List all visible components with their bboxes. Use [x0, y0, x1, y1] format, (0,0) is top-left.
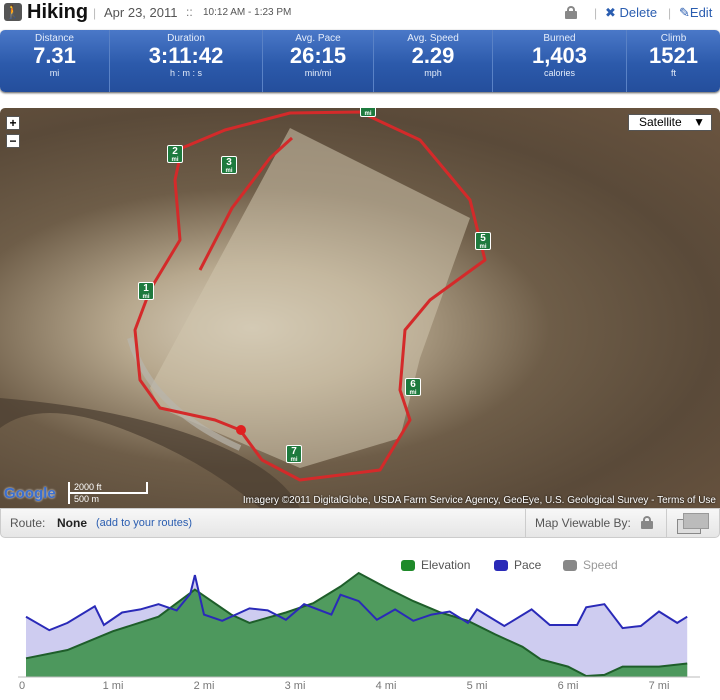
x-tick-label: 2 mi	[194, 680, 215, 692]
stat-value: 26:15	[289, 43, 347, 68]
google-logo: Google	[4, 485, 56, 502]
x-tick-label: 4 mi	[376, 680, 397, 692]
edit-label: Edit	[689, 5, 713, 20]
mile-marker[interactable]: 5 mi	[475, 232, 491, 250]
divider: |	[668, 6, 672, 20]
x-tick-label: 1 mi	[103, 680, 124, 692]
edit-button[interactable]: ✎Edit	[679, 5, 712, 21]
mile-marker[interactable]: 2 mi	[167, 145, 183, 163]
mile-marker[interactable]: 1 mi	[138, 282, 154, 300]
activity-title: Hiking	[27, 1, 89, 23]
fullscreen-icon[interactable]	[677, 513, 709, 535]
x-tick-label: 0	[19, 680, 25, 692]
divider: |	[93, 6, 97, 20]
delete-label: Delete	[619, 5, 658, 20]
stat-value: 1,403	[531, 43, 588, 68]
map-viewable-label: Map Viewable By:	[535, 516, 631, 530]
stat-unit: ft	[670, 68, 676, 78]
stat-unit: calories	[543, 68, 575, 78]
map-privacy-lock-icon[interactable]	[641, 516, 653, 529]
stat-value: 3:11:42	[148, 43, 224, 68]
activity-header: 🚶 Hiking | Apr 23, 2011 :: 10:12 AM - 1:…	[0, 0, 720, 28]
map-attribution: Imagery ©2011 DigitalGlobe, USDA Farm Se…	[243, 495, 716, 506]
stat-burned: Burned 1,403 calories	[493, 30, 627, 92]
x-tick-label: 6 mi	[558, 680, 579, 692]
pencil-icon: ✎	[679, 5, 690, 20]
map-overlay	[0, 110, 487, 508]
stat-avg-pace: Avg. Pace 26:15 min/mi	[263, 30, 374, 92]
mile-marker[interactable]: 7 mi	[286, 445, 302, 463]
stat-unit: mi	[49, 68, 60, 78]
start-pin[interactable]	[236, 425, 246, 435]
scale-m: 500 m	[68, 494, 132, 504]
delete-button[interactable]: ✖ Delete	[605, 5, 657, 21]
stats-bar: Distance 7.31 mi Duration 3:11:42 h : m : s …	[0, 30, 720, 92]
time-range: 10:12 AM - 1:23 PM	[203, 7, 292, 18]
route-bar: Route: None (add to your routes) Map Vie…	[0, 508, 720, 538]
stat-avg-speed: Avg. Speed 2.29 mph	[374, 30, 493, 92]
stat-value: 1521	[649, 43, 698, 68]
map-type-value: Satellite	[639, 115, 682, 129]
stat-duration: Duration 3:11:42 h : m : s	[110, 30, 263, 92]
stat-unit: mph	[424, 68, 442, 78]
stat-unit: h : m : s	[169, 68, 202, 78]
terms-link[interactable]: Terms of Use	[657, 495, 716, 506]
chart-plot: 0 1 mi 2 mi 3 mi 4 mi 5 mi 6 mi 7 mi	[18, 571, 700, 692]
zoom-out-button[interactable]: −	[6, 134, 20, 148]
elevation-pace-chart[interactable]: Elevation Pace Speed 01 mi 2 mi 3 mi 4 mi 5 …	[0, 550, 720, 700]
add-route-link[interactable]: (add to your routes)	[96, 517, 192, 529]
stat-distance: Distance 7.31 mi	[0, 30, 110, 92]
stat-value: 7.31	[33, 43, 76, 68]
scale-ft: 2000 ft	[68, 482, 148, 494]
mile-marker[interactable]: 3 mi	[221, 156, 237, 174]
map-type-dropdown[interactable]: Satellite ▼	[628, 114, 712, 131]
route-label: Route:	[10, 516, 46, 530]
route-value: None	[57, 516, 87, 530]
zoom-in-button[interactable]: +	[6, 116, 20, 130]
stat-value: 2.29	[411, 43, 455, 68]
stat-climb: Climb 1521 ft	[627, 30, 720, 92]
mile-marker[interactable]: 6 mi	[405, 378, 421, 396]
hiker-icon: 🚶	[4, 3, 22, 21]
x-tick-label: 7 mi	[649, 680, 670, 692]
x-tick-label: 3 mi	[285, 680, 306, 692]
separator: ::	[186, 5, 193, 19]
x-tick-label: 5 mi	[467, 680, 488, 692]
mile-marker[interactable]: 4mi	[360, 108, 376, 117]
divider: |	[594, 6, 598, 20]
stat-unit: min/mi	[304, 68, 332, 78]
lock-icon[interactable]	[565, 6, 577, 19]
map-scale: 2000 ft 500 m	[68, 482, 148, 504]
route-map[interactable]: + − Satellite ▼ 1mi 2mi 3mi 4mi 5mi 6mi …	[0, 108, 720, 508]
activity-date: Apr 23, 2011	[104, 5, 178, 20]
chevron-down-icon: ▼	[693, 115, 705, 129]
attribution-text: Imagery ©2011 DigitalGlobe, USDA Farm Se…	[242, 495, 658, 506]
close-icon: ✖	[605, 5, 616, 20]
